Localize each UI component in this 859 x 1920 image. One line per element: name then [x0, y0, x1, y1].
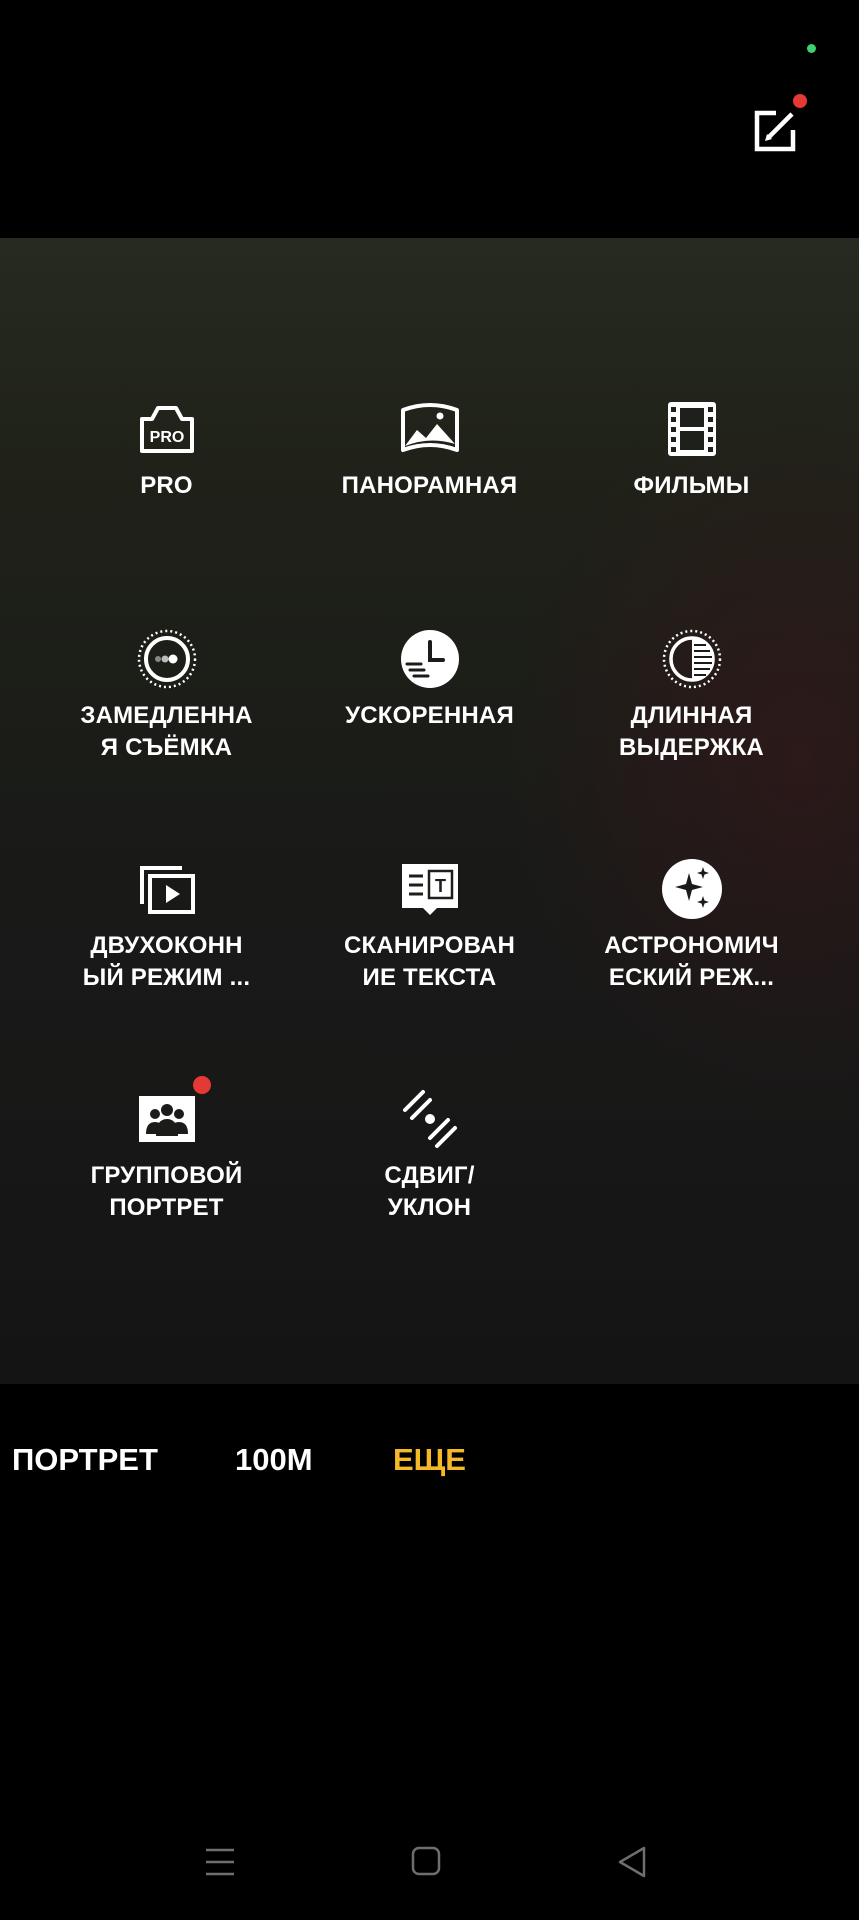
mode-label: ГРУППОВОЙ ПОРТРЕТ [90, 1162, 243, 1221]
mode-label: ФИЛЬМЫ [633, 472, 750, 499]
mode-label: ПАНОРАМНАЯ [341, 472, 518, 499]
mode-label: УСКОРЕННАЯ [345, 702, 514, 729]
mode-label: ДЛИННАЯ ВЫДЕРЖКА [619, 702, 764, 761]
dual-view-icon [136, 858, 198, 920]
mode-label: АСТРОНОМИЧ ЕСКИЙ РЕЖ... [604, 932, 779, 991]
mode-panorama[interactable]: ПАНОРАМНАЯ [298, 398, 561, 598]
mode-film[interactable]: ФИЛЬМЫ [560, 398, 823, 598]
mode-pro[interactable]: PRO PRO [35, 398, 298, 598]
mode-group-portrait[interactable]: ГРУППОВОЙ ПОРТРЕТ [35, 1076, 298, 1288]
back-button[interactable] [610, 1840, 654, 1884]
svg-text:PRO: PRO [150, 429, 185, 446]
mode-label: ДВУХОКОНН ЫЙ РЕЖИМ ... [82, 932, 251, 991]
menu-icon [206, 1848, 234, 1876]
home-button[interactable] [404, 1840, 448, 1884]
mode-astro[interactable]: АСТРОНОМИЧ ЕСКИЙ РЕЖ... [560, 858, 823, 1058]
tilt-shift-icon [399, 1088, 461, 1150]
system-nav-bar [0, 1830, 859, 1900]
new-feature-badge [193, 1076, 211, 1094]
mode-text-scan[interactable]: T СКАНИРОВАН ИЕ ТЕКСТА [298, 858, 561, 1058]
mode-tilt-shift[interactable]: СДВИГ/ УКЛОН [298, 1088, 561, 1288]
mode-label: PRO [140, 472, 193, 499]
mode-dual-view[interactable]: ДВУХОКОНН ЫЙ РЕЖИМ ... [35, 858, 298, 1058]
more-modes-panel: PRO PRO ПАНОРАМНАЯ ФИЛЬМЫ ЗАМЕДЛЕННА Я С… [0, 238, 859, 1384]
recent-apps-button[interactable] [198, 1840, 242, 1884]
pro-camera-icon: PRO [136, 398, 198, 460]
edit-modes-button[interactable] [748, 94, 807, 158]
back-icon [618, 1846, 646, 1878]
long-exposure-icon [661, 628, 723, 690]
tab-portrait[interactable]: ПОРТРЕТ [12, 1442, 158, 1478]
tab-100m[interactable]: 100M [235, 1442, 313, 1478]
tab-more[interactable]: ЕЩЕ [393, 1442, 466, 1478]
mode-label: ЗАМЕДЛЕННА Я СЪЁМКА [80, 702, 253, 761]
camera-mode-bar: ПОРТРЕТ 100M ЕЩЕ [0, 1400, 859, 1510]
mode-time-lapse[interactable]: УСКОРЕННАЯ [298, 628, 561, 828]
top-bar [0, 0, 859, 238]
astro-icon [661, 858, 723, 920]
slow-motion-icon [136, 628, 198, 690]
mode-label: СДВИГ/ УКЛОН [384, 1162, 475, 1221]
edit-icon [754, 110, 796, 152]
mode-label: СКАНИРОВАН ИЕ ТЕКСТА [343, 932, 516, 991]
mode-long-exposure[interactable]: ДЛИННАЯ ВЫДЕРЖКА [560, 628, 823, 828]
status-indicator-dot [807, 44, 816, 53]
new-badge [793, 94, 807, 108]
home-icon [411, 1846, 441, 1876]
film-icon [661, 398, 723, 460]
text-scan-icon: T [399, 858, 461, 920]
panorama-icon [399, 398, 461, 460]
time-lapse-icon [399, 628, 461, 690]
mode-slow-motion[interactable]: ЗАМЕДЛЕННА Я СЪЁМКА [35, 628, 298, 828]
svg-text:T: T [435, 876, 446, 896]
group-portrait-icon [136, 1088, 198, 1150]
